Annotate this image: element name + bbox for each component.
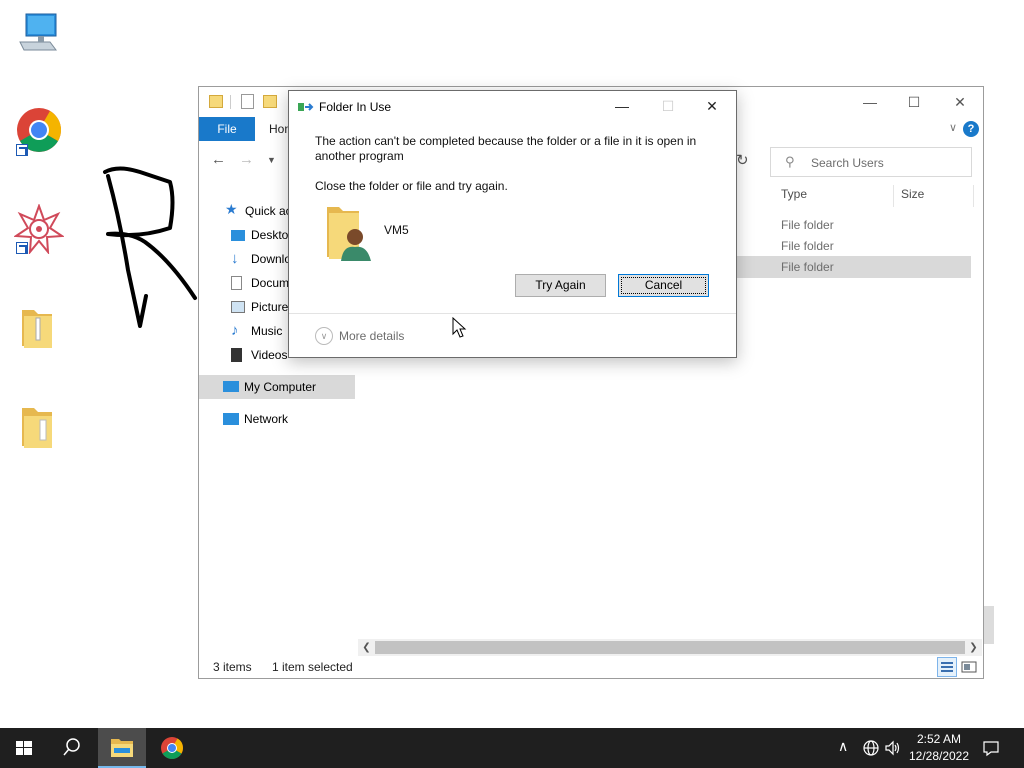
- shortcut-arrow-icon: [16, 144, 28, 156]
- table-row[interactable]: File folder: [781, 218, 834, 232]
- scroll-left-icon[interactable]: ❮: [358, 639, 375, 656]
- handwritten-r-drawing: [103, 166, 197, 328]
- clock-date[interactable]: 12/28/2022: [906, 749, 972, 763]
- cancel-button-label: Cancel: [621, 277, 706, 294]
- windows-logo-icon: [16, 741, 32, 755]
- shortcut-arrow-icon: [16, 242, 28, 254]
- selected-row-highlight: [735, 256, 971, 278]
- large-icons-view-icon: [961, 661, 977, 673]
- status-selection: 1 item selected: [272, 660, 353, 674]
- column-divider[interactable]: [893, 185, 894, 207]
- forward-arrow-icon[interactable]: →: [239, 151, 254, 168]
- folder-icon: [209, 95, 223, 108]
- file-explorer-taskbar-button[interactable]: [98, 728, 146, 768]
- back-arrow-icon[interactable]: ←: [211, 151, 226, 168]
- recent-locations-icon[interactable]: ▼: [267, 155, 276, 165]
- pictures-icon: [231, 301, 245, 313]
- try-again-button[interactable]: Try Again: [515, 274, 606, 297]
- expand-ribbon-icon[interactable]: ∨: [949, 121, 957, 134]
- dialog-minimize-button[interactable]: —: [599, 91, 645, 121]
- start-button[interactable]: [0, 728, 48, 768]
- scroll-right-icon[interactable]: ❯: [965, 639, 982, 656]
- cancel-button[interactable]: Cancel: [618, 274, 709, 297]
- status-item-count: 3 items: [213, 660, 252, 674]
- dialog-title: Folder In Use: [319, 100, 392, 114]
- table-row[interactable]: File folder: [781, 260, 834, 274]
- film-strip-icon: [231, 348, 242, 362]
- new-folder-icon[interactable]: [263, 95, 277, 108]
- column-divider[interactable]: [973, 185, 974, 207]
- maximize-button[interactable]: ☐: [891, 87, 937, 117]
- volume-speaker-icon[interactable]: [884, 739, 902, 757]
- zip-folder-icon[interactable]: [14, 306, 64, 356]
- chevron-down-icon[interactable]: ∨: [315, 327, 333, 345]
- download-arrow-icon: ↓: [231, 250, 239, 267]
- computer-icon: [223, 381, 239, 392]
- properties-icon[interactable]: [241, 94, 254, 109]
- search-icon: [63, 738, 80, 756]
- search-placeholder: Search Users: [811, 156, 884, 170]
- music-note-icon: ♪: [231, 322, 239, 339]
- help-icon[interactable]: ?: [963, 121, 979, 137]
- details-view-icon: [941, 662, 953, 672]
- notifications-icon[interactable]: [982, 739, 1000, 757]
- chrome-icon: [161, 737, 183, 759]
- dialog-message-line2: another program: [315, 149, 404, 163]
- refresh-icon[interactable]: ↻: [736, 151, 749, 169]
- close-button[interactable]: ✕: [937, 87, 983, 117]
- network-icon: [223, 413, 239, 425]
- star-icon: ★: [225, 201, 238, 217]
- clock-time[interactable]: 2:52 AM: [906, 732, 972, 746]
- details-view-button[interactable]: [937, 657, 957, 677]
- sidebar-item-network[interactable]: Network: [199, 407, 355, 431]
- locked-item-name: VM5: [384, 223, 409, 237]
- chrome-icon[interactable]: [14, 106, 64, 156]
- desktop-icon: [231, 230, 245, 241]
- sidebar-item-my-computer[interactable]: My Computer: [199, 375, 355, 399]
- search-icon: ⚲: [785, 154, 795, 169]
- tab-file[interactable]: File: [199, 117, 255, 141]
- file-explorer-icon: [111, 739, 133, 757]
- dialog-instruction: Close the folder or file and try again.: [315, 179, 508, 193]
- quick-access-divider: [230, 95, 231, 109]
- scrollbar-thumb[interactable]: [375, 641, 965, 654]
- dialog-maximize-button: ☐: [661, 98, 675, 114]
- user-folder-icon: [327, 207, 371, 261]
- column-header-type[interactable]: Type: [781, 187, 807, 201]
- taskbar: ∧ 2:52 AM 12/28/2022: [0, 728, 1024, 768]
- folder-icon[interactable]: [14, 404, 64, 454]
- horizontal-scrollbar[interactable]: ❮ ❯: [358, 639, 982, 656]
- file-move-icon: [298, 103, 314, 111]
- search-button[interactable]: [48, 728, 96, 768]
- mouse-cursor-icon: [452, 317, 467, 338]
- show-hidden-icons-chevron-icon[interactable]: ∧: [838, 738, 848, 755]
- folder-in-use-dialog: Folder In Use — ☐ ✕ The action can't be …: [288, 90, 737, 358]
- search-input[interactable]: ⚲ Search Users: [770, 147, 972, 177]
- network-globe-icon[interactable]: [862, 739, 880, 757]
- document-icon: [231, 276, 242, 290]
- minimize-button[interactable]: —: [847, 87, 893, 117]
- recycle-bin-icon[interactable]: [984, 606, 994, 644]
- table-row[interactable]: File folder: [781, 239, 834, 253]
- computer-icon[interactable]: [14, 10, 64, 60]
- dialog-message-line1: The action can't be completed because th…: [315, 134, 697, 148]
- mandala-icon[interactable]: [12, 203, 66, 256]
- chrome-taskbar-button[interactable]: [148, 728, 196, 768]
- large-icons-view-button[interactable]: [959, 657, 979, 677]
- column-header-size[interactable]: Size: [901, 187, 924, 201]
- dialog-close-button[interactable]: ✕: [689, 91, 735, 121]
- dialog-divider: [289, 313, 736, 314]
- more-details-link[interactable]: More details: [339, 329, 404, 343]
